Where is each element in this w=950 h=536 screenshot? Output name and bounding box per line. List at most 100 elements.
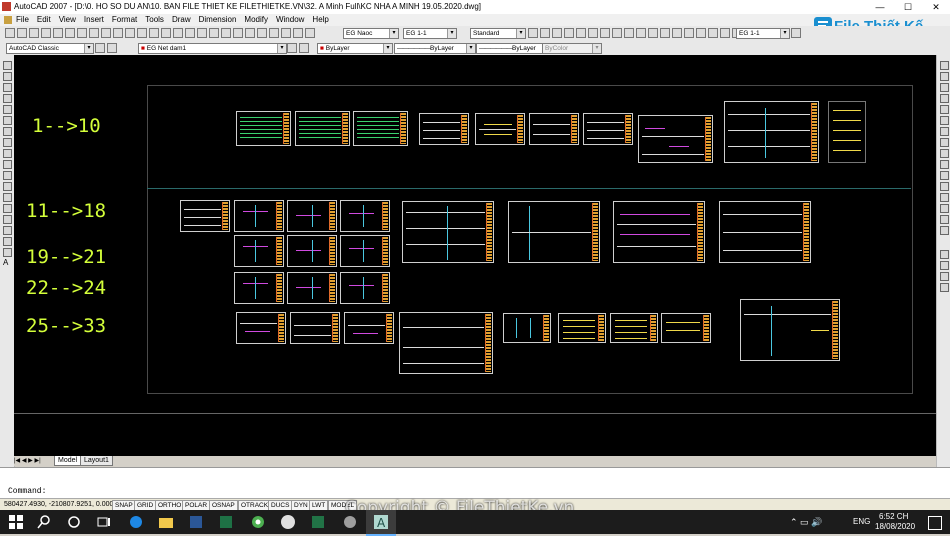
make-block-icon[interactable] [3, 193, 12, 202]
task-view-icon[interactable] [96, 514, 112, 530]
arc-tool-icon[interactable] [3, 116, 12, 125]
textstyle-select[interactable]: Standard ▾ [470, 28, 526, 39]
redo-icon[interactable] [137, 28, 147, 38]
arc-icon[interactable] [564, 28, 574, 38]
language-indicator[interactable]: ENG [853, 517, 870, 526]
publish-icon[interactable] [65, 28, 75, 38]
tool-palettes-icon[interactable] [221, 28, 231, 38]
revcloud-icon[interactable] [3, 138, 12, 147]
file-explorer-icon[interactable] [158, 514, 174, 530]
layer-previous-icon[interactable] [299, 43, 309, 53]
undo-icon[interactable] [125, 28, 135, 38]
tab-model[interactable]: Model [54, 456, 82, 466]
scale-icon[interactable] [708, 28, 718, 38]
stretch-tool-icon[interactable] [940, 149, 949, 158]
mirror-tool-icon[interactable] [940, 83, 949, 92]
close-button[interactable]: ✕ [922, 0, 950, 14]
next-tab-icon[interactable]: ▶ [28, 458, 33, 464]
menu-tools[interactable]: Tools [145, 15, 164, 24]
menu-window[interactable]: Window [276, 15, 304, 24]
zoom-window-icon[interactable] [173, 28, 183, 38]
menu-modify[interactable]: Modify [244, 15, 268, 24]
snap-center-icon[interactable] [940, 283, 949, 292]
insert-block-icon[interactable] [3, 182, 12, 191]
dimscale-select[interactable]: EG 1-1 ▾ [403, 28, 457, 39]
drawing-sheet[interactable] [287, 272, 337, 304]
table-tool-icon[interactable] [3, 248, 12, 257]
drawing-sheet[interactable] [583, 113, 633, 145]
drawing-sheet[interactable] [529, 113, 579, 145]
move-tool-icon[interactable] [940, 116, 949, 125]
zoom-previous-icon[interactable] [185, 28, 195, 38]
help-icon[interactable] [269, 28, 279, 38]
save-icon[interactable] [29, 28, 39, 38]
quickcalc-icon[interactable] [257, 28, 267, 38]
excel-icon[interactable] [218, 514, 234, 530]
command-window[interactable]: Command: [0, 467, 950, 498]
edge-browser-icon[interactable] [128, 514, 144, 530]
layer-icon[interactable] [281, 28, 291, 38]
stretch-icon[interactable] [720, 28, 730, 38]
drawing-sheet[interactable] [287, 235, 337, 267]
design-center-icon[interactable] [209, 28, 219, 38]
copy-icon[interactable] [89, 28, 99, 38]
workspace-select[interactable]: AutoCAD Classic ▾ [6, 43, 94, 54]
drawing-sheet[interactable] [236, 111, 291, 146]
circle-tool-icon[interactable] [3, 127, 12, 136]
document-icon[interactable] [4, 16, 12, 24]
tray-icons[interactable]: ⌃ ▭ 🔊 [790, 517, 822, 528]
array-icon[interactable] [940, 105, 949, 114]
rectangle-tool-icon[interactable] [3, 105, 12, 114]
drawing-sheet[interactable] [558, 313, 606, 343]
drawing-sheet[interactable] [402, 201, 494, 263]
drawing-sheet[interactable] [290, 312, 340, 344]
ellipse-icon[interactable] [3, 160, 12, 169]
last-tab-icon[interactable]: ▶| [34, 458, 40, 464]
scale-select[interactable]: EG 1-1 ▾ [736, 28, 790, 39]
polyline-icon[interactable] [540, 28, 550, 38]
polyline-tool-icon[interactable] [3, 83, 12, 92]
new-icon[interactable] [5, 28, 15, 38]
region-icon[interactable] [3, 237, 12, 246]
cortana-icon[interactable] [66, 514, 82, 530]
excel-window-icon[interactable] [310, 514, 326, 530]
tab-layout1[interactable]: Layout1 [80, 456, 113, 466]
move-icon[interactable] [684, 28, 694, 38]
drawing-sheet[interactable] [344, 312, 394, 344]
offset-icon[interactable] [660, 28, 670, 38]
dim-icon[interactable] [293, 28, 303, 38]
drawing-sheet[interactable] [180, 200, 230, 232]
line-icon[interactable] [528, 28, 538, 38]
hatch-icon[interactable] [588, 28, 598, 38]
drawing-sheet[interactable] [419, 113, 469, 145]
erase-icon[interactable] [940, 61, 949, 70]
menu-format[interactable]: Format [112, 15, 137, 24]
drawing-sheet[interactable] [340, 200, 390, 232]
workspace-settings-icon[interactable] [95, 43, 105, 53]
menu-draw[interactable]: Draw [172, 15, 191, 24]
break-icon[interactable] [940, 182, 949, 191]
chamfer-icon[interactable] [940, 204, 949, 213]
minimize-button[interactable]: — [866, 0, 894, 14]
menu-view[interactable]: View [59, 15, 76, 24]
extra-tool-icon[interactable] [790, 27, 802, 39]
match-properties-icon[interactable] [113, 28, 123, 38]
mirror-icon[interactable] [672, 28, 682, 38]
linetype-select[interactable]: ——————ByLayer ▾ [394, 43, 476, 54]
gradient-icon[interactable] [3, 226, 12, 235]
cut-icon[interactable] [77, 28, 87, 38]
preview-icon[interactable] [53, 28, 63, 38]
offset-tool-icon[interactable] [940, 94, 949, 103]
drawing-sheet[interactable] [828, 101, 866, 163]
drawing-sheet[interactable] [353, 111, 408, 146]
scale-tool-icon[interactable] [940, 138, 949, 147]
notifications-icon[interactable] [928, 516, 942, 530]
print-icon[interactable] [41, 28, 51, 38]
app-icon[interactable] [342, 514, 358, 530]
drawing-sheet[interactable] [610, 313, 658, 343]
zoom-realtime-icon[interactable] [161, 28, 171, 38]
drawing-sheet[interactable] [503, 313, 551, 343]
autocad-taskbar-button[interactable]: A [366, 510, 396, 536]
zalo-icon[interactable] [280, 514, 296, 530]
drawing-sheet[interactable] [236, 312, 286, 344]
